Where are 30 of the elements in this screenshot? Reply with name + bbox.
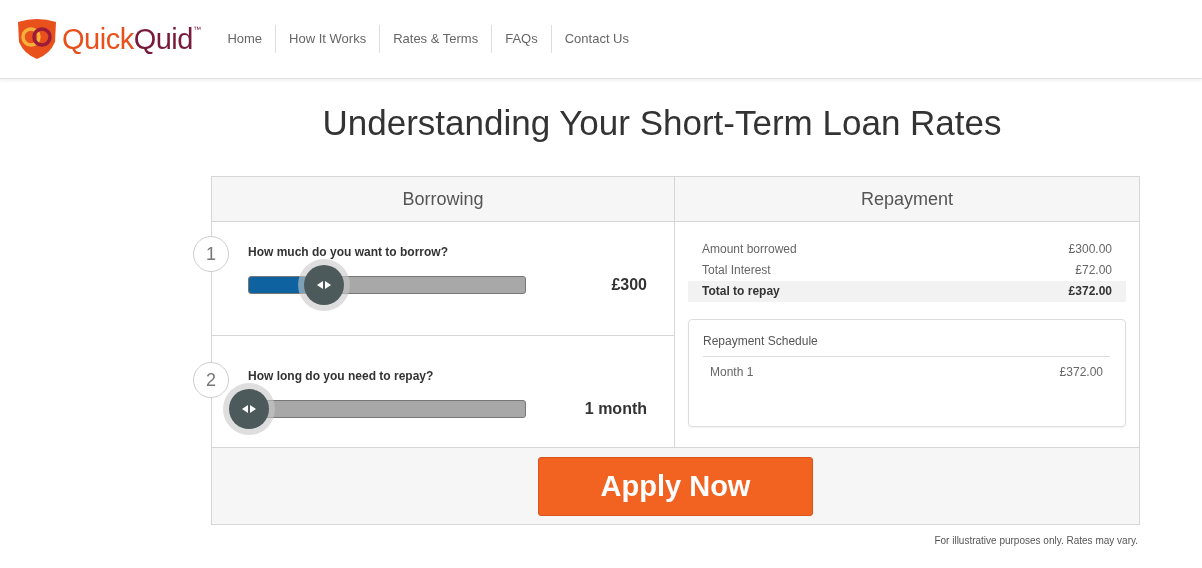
slider-reading: 1 month: [584, 400, 647, 418]
column-heading: Repayment: [675, 177, 1139, 222]
summary-value: £72.00: [1075, 262, 1112, 279]
disclaimer-note: For illustrative purposes only. Rates may vary.: [933, 535, 1138, 546]
schedule-title: Repayment Schedule: [703, 334, 1110, 357]
apply-now-button[interactable]: Apply Now: [538, 457, 813, 516]
nav-link[interactable]: FAQs: [491, 25, 551, 53]
step-number: 1: [193, 236, 229, 272]
slider-thumb[interactable]: [229, 389, 269, 429]
left-right-arrows-icon: [242, 405, 256, 413]
nav-link[interactable]: Home: [214, 25, 276, 53]
nav-link[interactable]: How It Works: [275, 25, 380, 53]
column-heading: Borrowing: [212, 177, 675, 222]
page-title: Understanding Your Short-Term Loan Rates: [321, 103, 1003, 143]
logo-wordmark[interactable]: QuickQuid™: [62, 22, 201, 56]
summary-label: Total to repay: [702, 283, 780, 300]
step-question: How long do you need to repay?: [248, 369, 435, 383]
step-number: 2: [193, 362, 229, 398]
slider-reading: £300: [611, 276, 647, 294]
slider-thumb[interactable]: [303, 265, 344, 305]
summary-value: £300.00: [1068, 241, 1112, 258]
schedule-label: Month 1: [710, 365, 754, 379]
nav-link[interactable]: Rates & Terms: [379, 25, 492, 53]
summary-label: Total Interest: [702, 262, 771, 279]
summary-value: £372.00: [1068, 283, 1112, 300]
left-right-arrows-icon: [316, 281, 331, 289]
summary-label: Amount borrowed: [702, 241, 797, 258]
nav-link[interactable]: Contact Us: [550, 25, 642, 53]
step-question: How much do you want to borrow?: [248, 245, 449, 259]
schedule-value: £372.00: [1059, 365, 1103, 379]
